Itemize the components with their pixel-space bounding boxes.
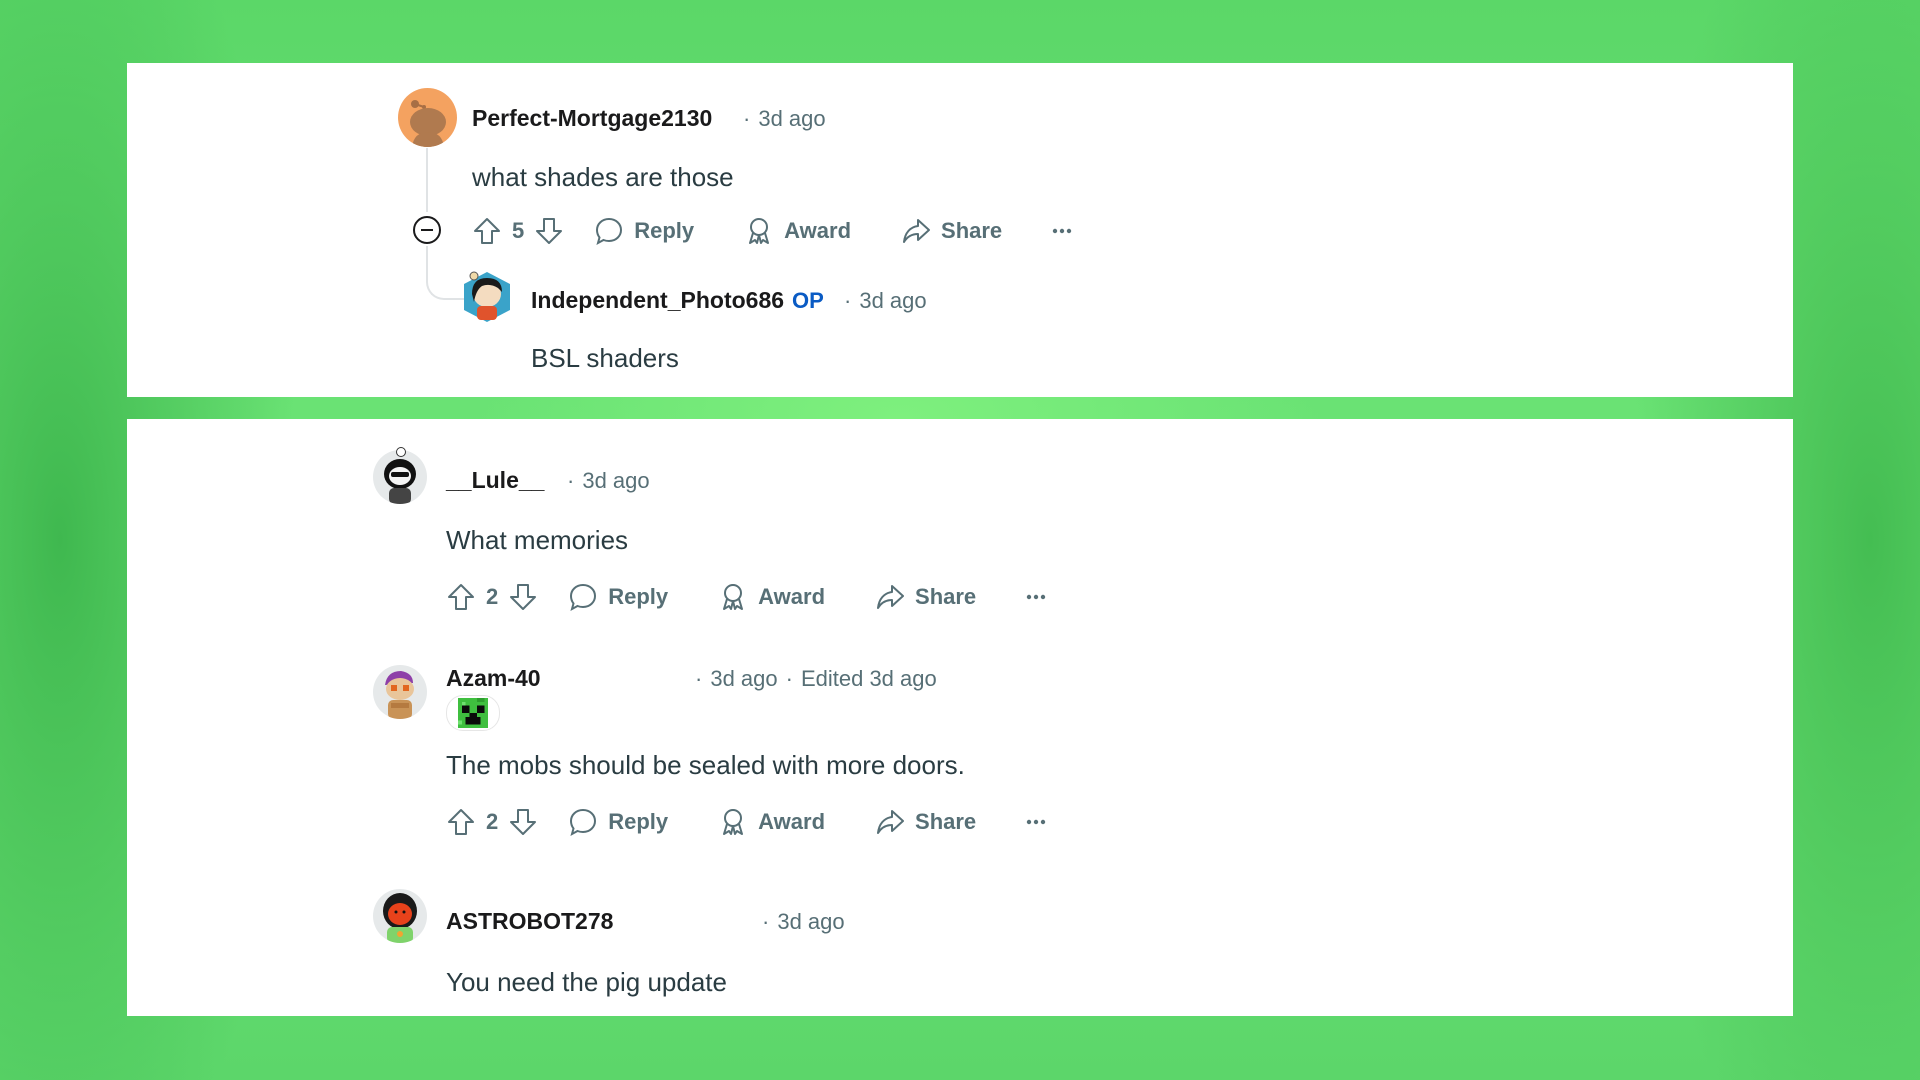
more-options-button[interactable] bbox=[1024, 582, 1048, 612]
downvote-arrow-icon bbox=[536, 218, 563, 244]
snoo-avatar-icon bbox=[464, 271, 510, 322]
avatar[interactable] bbox=[373, 450, 427, 504]
reply-timestamp[interactable]: 3d ago bbox=[859, 288, 926, 313]
more-dots-icon bbox=[1026, 819, 1046, 825]
award-button[interactable]: Award bbox=[744, 216, 851, 246]
comment-bubble-icon bbox=[570, 583, 597, 612]
avatar[interactable] bbox=[398, 88, 457, 147]
award-ribbon-icon bbox=[723, 809, 744, 835]
comment-body: The mobs should be sealed with more door… bbox=[446, 750, 965, 780]
share-button[interactable]: Share bbox=[875, 807, 976, 837]
comment-meta: · 3d ago bbox=[567, 468, 650, 493]
comment-meta: · 3d ago · Edited 3d ago bbox=[695, 666, 937, 691]
reply-button[interactable]: Reply bbox=[594, 216, 694, 246]
comment-body: You need the pig update bbox=[446, 967, 727, 997]
avatar[interactable] bbox=[373, 665, 427, 719]
snoo-antenna bbox=[396, 447, 406, 457]
downvote-button[interactable] bbox=[534, 216, 564, 246]
share-button[interactable]: Share bbox=[901, 216, 1002, 246]
comment-actions: 2 Reply Award Share bbox=[446, 802, 1048, 842]
collapse-minus-icon bbox=[413, 216, 441, 244]
avatar[interactable] bbox=[460, 268, 514, 326]
share-arrow-icon bbox=[877, 585, 905, 609]
reply-username[interactable]: Independent_Photo686 OP bbox=[531, 287, 824, 314]
downvote-button[interactable] bbox=[508, 582, 538, 612]
collapse-button[interactable] bbox=[412, 215, 442, 245]
downvote-arrow-icon bbox=[510, 809, 537, 835]
reply-meta: · 3d ago bbox=[844, 288, 927, 313]
comment-bubble-icon bbox=[570, 808, 597, 837]
award-button[interactable]: Award bbox=[718, 582, 825, 612]
vote-count: 2 bbox=[486, 584, 499, 609]
snoo-avatar-icon bbox=[410, 100, 446, 147]
more-options-button[interactable] bbox=[1050, 216, 1074, 246]
comment-panel-top: Perfect-Mortgage2130 · 3d ago what shades… bbox=[127, 63, 1793, 397]
downvote-button[interactable] bbox=[508, 807, 538, 837]
snoo-avatar-icon bbox=[383, 893, 417, 943]
comment-meta: · 3d ago bbox=[743, 106, 826, 131]
share-button[interactable]: Share bbox=[875, 582, 976, 612]
share-arrow-icon bbox=[903, 219, 931, 243]
comment-actions: 5 Reply Award Share bbox=[472, 211, 1074, 251]
reply-button[interactable]: Reply bbox=[568, 807, 668, 837]
comment-panel-bottom: __Lule__ · 3d ago What memories 2 Reply A… bbox=[127, 419, 1793, 1016]
op-badge: OP bbox=[792, 288, 824, 313]
upvote-arrow-icon bbox=[448, 584, 474, 610]
comment-timestamp[interactable]: 3d ago bbox=[777, 909, 844, 934]
upvote-arrow-icon bbox=[448, 809, 474, 835]
comment-username[interactable]: Perfect-Mortgage2130 bbox=[472, 105, 712, 132]
award-button[interactable]: Award bbox=[718, 807, 825, 837]
edited-label: Edited 3d ago bbox=[800, 666, 937, 691]
avatar[interactable] bbox=[373, 889, 427, 943]
reply-button[interactable]: Reply bbox=[568, 582, 668, 612]
award-ribbon-icon bbox=[723, 584, 744, 610]
comment-body: What memories bbox=[446, 525, 629, 555]
vote-count: 5 bbox=[512, 218, 525, 243]
comment-username[interactable]: Azam-40 bbox=[446, 665, 541, 692]
creeper-face-icon bbox=[458, 698, 488, 728]
award-ribbon-icon bbox=[749, 218, 770, 244]
more-options-button[interactable] bbox=[1024, 807, 1048, 837]
upvote-arrow-icon bbox=[474, 218, 500, 244]
upvote-button[interactable] bbox=[446, 582, 476, 612]
comment-username[interactable]: ASTROBOT278 bbox=[446, 908, 613, 935]
downvote-arrow-icon bbox=[510, 584, 537, 610]
comment-timestamp[interactable]: 3d ago bbox=[710, 666, 777, 691]
upvote-button[interactable] bbox=[446, 807, 476, 837]
comment-body: what shades are those bbox=[472, 162, 734, 192]
vote-count: 2 bbox=[486, 809, 499, 834]
snoo-avatar-icon bbox=[384, 459, 416, 504]
thread-line[interactable] bbox=[426, 148, 428, 212]
comment-timestamp[interactable]: 3d ago bbox=[582, 468, 649, 493]
more-dots-icon bbox=[1026, 594, 1046, 600]
snoo-avatar-icon bbox=[385, 671, 414, 719]
upvote-button[interactable] bbox=[472, 216, 502, 246]
share-arrow-icon bbox=[877, 810, 905, 834]
user-flair bbox=[446, 695, 500, 731]
comment-username[interactable]: __Lule__ bbox=[446, 467, 544, 494]
more-dots-icon bbox=[1052, 228, 1072, 234]
comment-actions: 2 Reply Award Share bbox=[446, 577, 1048, 617]
comment-timestamp[interactable]: 3d ago bbox=[758, 106, 825, 131]
comment-meta: · 3d ago bbox=[762, 909, 845, 934]
comment-bubble-icon bbox=[596, 217, 623, 246]
reply-body: BSL shaders bbox=[531, 343, 679, 373]
